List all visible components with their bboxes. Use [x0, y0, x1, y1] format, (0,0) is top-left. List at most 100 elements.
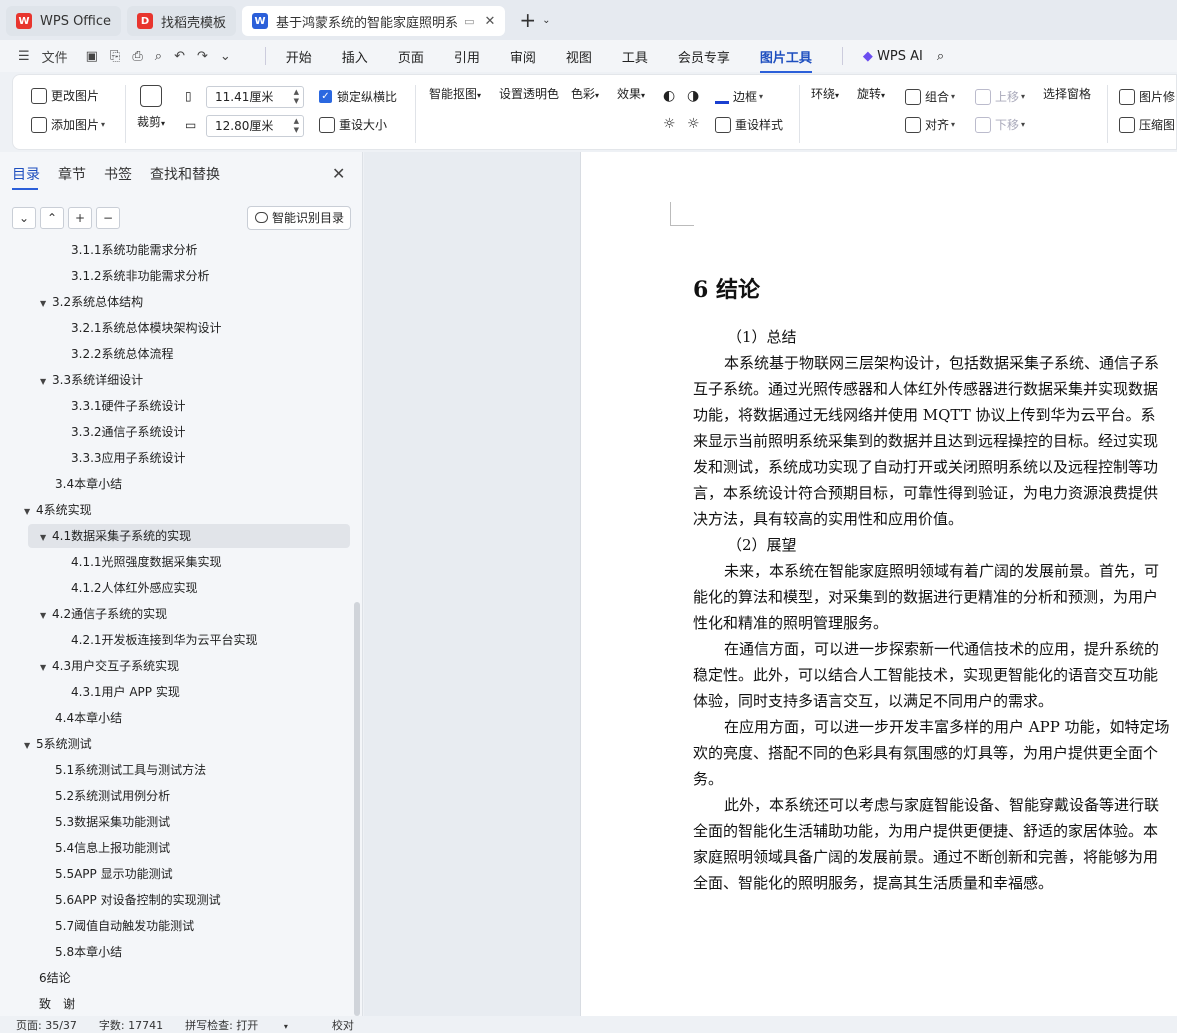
menu-view[interactable]: 视图: [566, 47, 592, 66]
menu-review[interactable]: 审阅: [510, 47, 536, 66]
change-picture-button[interactable]: 更改图片: [31, 87, 99, 104]
menu-page[interactable]: 页面: [398, 47, 424, 66]
send-backward-button[interactable]: 下移 ▾: [975, 116, 1025, 133]
toc-item[interactable]: 致 谢: [39, 992, 75, 1016]
print-icon[interactable]: ⎙: [132, 49, 142, 64]
scrollbar[interactable]: [354, 602, 360, 1016]
align-button[interactable]: 对齐 ▾: [905, 116, 955, 133]
toc-item[interactable]: 5.3数据采集功能测试: [55, 810, 170, 834]
menu-member[interactable]: 会员专享: [678, 47, 730, 66]
toc-item[interactable]: ▼ 4.3用户交互子系统实现: [40, 654, 179, 678]
word-count[interactable]: 字数: 17741: [99, 1017, 163, 1033]
collapse-up-icon[interactable]: ⌃: [40, 207, 64, 229]
new-tab-plus-icon[interactable]: +: [519, 8, 536, 32]
tab-toc[interactable]: 目录: [12, 164, 40, 190]
toc-item[interactable]: 5.2系统测试用例分析: [55, 784, 170, 808]
spell-check[interactable]: 拼写检查: 打开 ▾: [185, 1017, 310, 1033]
menu-tools[interactable]: 工具: [622, 47, 648, 66]
toc-item[interactable]: 3.3.1硬件子系统设计: [71, 394, 186, 418]
toc-item[interactable]: 4.1.2人体红外感应实现: [71, 576, 198, 600]
height-input[interactable]: 12.80厘米 ▲ ▼: [206, 115, 304, 137]
document-page[interactable]: 6 结论 （1）总结 本系统基于物联网三层架构设计，包括数据采集子系统、通信子系互…: [580, 152, 1177, 1016]
toc-item[interactable]: 3.1.2系统非功能需求分析: [71, 264, 210, 288]
toc-item[interactable]: 4.1.1光照强度数据采集实现: [71, 550, 222, 574]
remove-heading-icon[interactable]: −: [96, 207, 120, 229]
toc-item[interactable]: ▼ 4.2通信子系统的实现: [40, 602, 167, 626]
caret-down-icon[interactable]: ▼: [24, 734, 36, 758]
contrast-up-icon[interactable]: ◑: [687, 88, 699, 104]
add-picture-button[interactable]: 添加图片 ▾: [31, 116, 105, 133]
toc-item[interactable]: 3.1.1系统功能需求分析: [71, 238, 198, 262]
toc-item[interactable]: ▼ 4.1数据采集子系统的实现: [28, 524, 350, 548]
caret-down-icon[interactable]: ▼: [40, 370, 52, 394]
toc-item[interactable]: 5.8本章小结: [55, 940, 122, 964]
hamburger-icon[interactable]: ☰: [18, 49, 30, 64]
tab-document[interactable]: W 基于鸿蒙系统的智能家庭照明系 ▭ ✕: [242, 6, 506, 36]
chevron-down-icon[interactable]: ⌄: [220, 49, 231, 64]
brightness-up-icon[interactable]: ◐: [663, 88, 675, 104]
caret-down-icon[interactable]: ▼: [24, 500, 36, 524]
print-preview-icon[interactable]: ⌕: [155, 49, 162, 64]
toc-item[interactable]: 5.7阈值自动触发功能测试: [55, 914, 194, 938]
toc-item[interactable]: 5.1系统测试工具与测试方法: [55, 758, 206, 782]
caret-down-icon[interactable]: ▼: [40, 292, 52, 316]
border-button[interactable]: 边框 ▾: [715, 88, 763, 105]
undo-icon[interactable]: ↶: [174, 49, 185, 64]
width-input[interactable]: 11.41厘米 ▲ ▼: [206, 86, 304, 108]
close-icon[interactable]: ✕: [484, 14, 495, 29]
tab-bookmarks[interactable]: 书签: [104, 164, 132, 184]
crop-button[interactable]: 裁剪▾: [137, 85, 165, 130]
tab-docer-templates[interactable]: D 找稻壳模板: [127, 6, 237, 36]
export-icon[interactable]: ⎘: [110, 49, 120, 64]
caret-down-icon[interactable]: ▼: [40, 656, 52, 680]
toc-item[interactable]: 4.2.1开发板连接到华为云平台实现: [71, 628, 258, 652]
save-icon[interactable]: ▣: [86, 49, 98, 64]
add-heading-icon[interactable]: +: [68, 207, 92, 229]
toc-item[interactable]: 3.2.2系统总体流程: [71, 342, 174, 366]
proofread[interactable]: 校对: [332, 1017, 354, 1033]
toc-item[interactable]: ▼ 3.3系统详细设计: [40, 368, 143, 392]
toc-item[interactable]: ▼ 4系统实现: [24, 498, 92, 522]
search-icon[interactable]: ⌕: [937, 49, 944, 64]
selection-pane-button[interactable]: 选择窗格: [1043, 85, 1091, 102]
caret-down-icon[interactable]: ▼: [40, 526, 52, 550]
reset-style-button[interactable]: 重设样式: [715, 116, 783, 133]
tab-find-replace[interactable]: 查找和替换: [150, 164, 220, 184]
toc-item[interactable]: 3.4本章小结: [55, 472, 122, 496]
redo-icon[interactable]: ↷: [197, 49, 208, 64]
toc-item[interactable]: ▼ 5系统测试: [24, 732, 92, 756]
lock-ratio-checkbox[interactable]: ✓ 锁定纵横比: [319, 88, 397, 105]
toc-item[interactable]: 6结论: [39, 966, 71, 990]
menu-reference[interactable]: 引用: [454, 47, 480, 66]
caret-down-icon[interactable]: ▼: [40, 604, 52, 628]
menu-home[interactable]: 开始: [286, 47, 312, 66]
bring-forward-button[interactable]: 上移 ▾: [975, 88, 1025, 105]
group-button[interactable]: 组合 ▾: [905, 88, 955, 105]
color-button[interactable]: 色彩▾: [571, 85, 599, 102]
rotate-button[interactable]: 旋转▾: [857, 85, 885, 102]
reset-size-button[interactable]: 重设大小: [319, 116, 387, 133]
chevron-down-icon[interactable]: ⌄: [542, 15, 550, 26]
toc-item[interactable]: 5.6APP 对设备控制的实现测试: [55, 888, 221, 912]
toc-item[interactable]: ▼ 3.2系统总体结构: [40, 290, 143, 314]
brightness-down-icon[interactable]: ☼: [663, 116, 676, 132]
menu-insert[interactable]: 插入: [342, 47, 368, 66]
contrast-down-icon[interactable]: ☼: [687, 116, 700, 132]
smart-toc-button[interactable]: 智能识别目录: [247, 206, 351, 230]
set-transparent-button[interactable]: 设置透明色: [499, 85, 559, 102]
wrap-button[interactable]: 环绕▾: [811, 85, 839, 102]
effect-button[interactable]: 效果▾: [617, 85, 645, 102]
toc-item[interactable]: 4.3.1用户 APP 实现: [71, 680, 180, 704]
close-icon[interactable]: ✕: [332, 164, 345, 183]
tab-wps-office[interactable]: W WPS Office: [6, 6, 122, 36]
picture-edit-button[interactable]: 图片修: [1119, 88, 1175, 105]
toc-item[interactable]: 3.3.3应用子系统设计: [71, 446, 186, 470]
tab-chapters[interactable]: 章节: [58, 164, 86, 184]
toc-item[interactable]: 5.5APP 显示功能测试: [55, 862, 173, 886]
menu-file[interactable]: 文件: [42, 47, 68, 66]
menu-picture-tools[interactable]: 图片工具: [759, 47, 812, 73]
toc-item[interactable]: 3.2.1系统总体模块架构设计: [71, 316, 222, 340]
compress-picture-button[interactable]: 压缩图: [1119, 116, 1175, 133]
menu-wps-ai[interactable]: ◆ WPS AI: [863, 49, 923, 64]
expand-down-icon[interactable]: ⌄: [12, 207, 36, 229]
